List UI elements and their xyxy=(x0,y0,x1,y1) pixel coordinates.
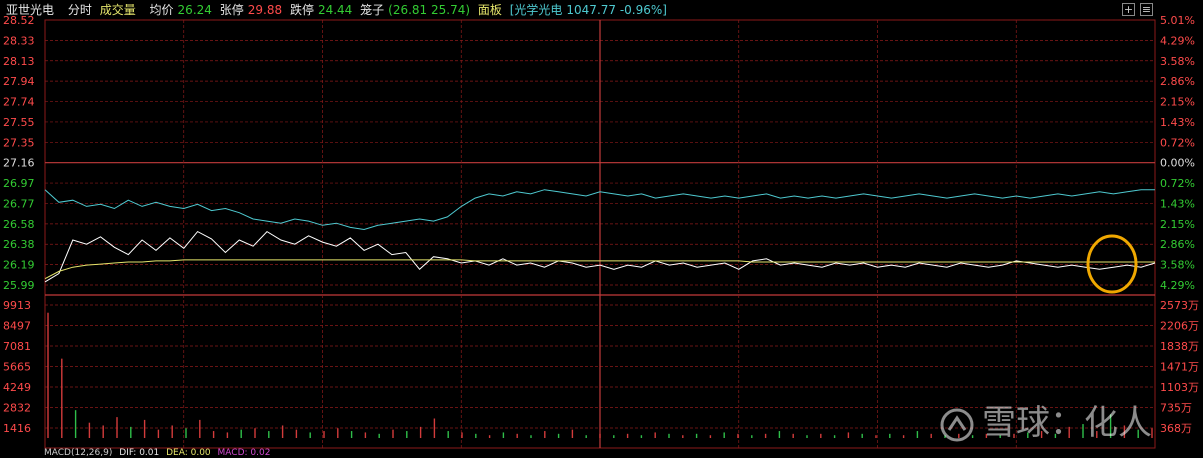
plus-button[interactable]: + xyxy=(1122,3,1135,16)
volume-right-tick-label: 368万 xyxy=(1160,422,1192,435)
price-tick-label: 26.38 xyxy=(3,238,35,251)
price-tick-label: 27.74 xyxy=(3,96,35,109)
sector-value: 1047.77 -0.96%] xyxy=(566,3,667,17)
price-tick-label: 26.97 xyxy=(3,177,35,190)
volume-right-tick-label: 1471万 xyxy=(1160,361,1199,374)
macd-bar: MACD(12,26,9) DIF: 0.01 DEA: 0.00 MACD: … xyxy=(0,448,1203,458)
pct-tick-label: 3.58% xyxy=(1160,55,1195,68)
intraday-chart[interactable]: 28.52 5.01%28.33 4.29%28.13 3.58%27.94 2.86%… xyxy=(0,0,1203,458)
price-tick-label: 26.58 xyxy=(3,218,35,231)
macd-label[interactable]: MACD(12,26,9) xyxy=(44,448,112,458)
pct-tick-label: 4.29% xyxy=(1160,279,1195,292)
cage-label: 笼子 xyxy=(360,3,385,17)
snowball-logo-icon xyxy=(940,408,974,441)
menu-button[interactable]: ≡ xyxy=(1140,3,1153,16)
price-tick-label: 28.33 xyxy=(3,34,35,47)
limit-down-value: 24.44 xyxy=(317,3,353,17)
limit-up-value: 29.88 xyxy=(247,3,283,17)
volume-tick-label: 2832 xyxy=(3,402,31,415)
price-tick-label: 27.94 xyxy=(3,75,35,88)
pct-tick-label: 0.00% xyxy=(1160,157,1195,170)
pct-tick-label: 3.58% xyxy=(1160,259,1195,272)
stock-name[interactable]: 亚世光电 xyxy=(6,0,54,20)
volume-right-tick-label: 735万 xyxy=(1160,402,1192,415)
header-bar: 亚世光电 分时 成交量 均价 26.24 张停 29.88 跌停 24.44 笼子 (2… xyxy=(0,0,1203,20)
sector-label[interactable]: [光学光电 xyxy=(510,0,563,20)
macd-value: MACD: 0.02 xyxy=(217,448,271,458)
price-tick-label: 25.99 xyxy=(3,279,35,292)
volume-right-tick-label: 1838万 xyxy=(1160,340,1199,353)
pct-tick-label: 1.43% xyxy=(1160,116,1195,129)
price-tick-label: 26.77 xyxy=(3,197,35,210)
volume-tick-label: 5665 xyxy=(3,361,31,374)
cage-values: (26.81 25.74) xyxy=(388,3,471,17)
price-tick-label: 27.55 xyxy=(3,116,35,129)
panel-label[interactable]: 面板 xyxy=(478,0,502,20)
pct-tick-label: 0.72% xyxy=(1160,136,1195,149)
pct-tick-label: 1.43% xyxy=(1160,197,1195,210)
tab-volume[interactable]: 成交量 xyxy=(100,0,136,20)
pct-tick-label: 2.15% xyxy=(1160,96,1195,109)
watermark: 雪球：化人 xyxy=(940,395,1152,444)
volume-right-tick-label: 1103万 xyxy=(1160,381,1199,394)
watermark-separator: ： xyxy=(1050,403,1084,443)
watermark-brand: 雪球 xyxy=(982,403,1050,443)
limit-up-label: 张停 xyxy=(219,3,244,17)
dif-label: DIF: 0.01 xyxy=(119,448,160,458)
volume-tick-label: 9913 xyxy=(3,299,31,312)
volume-tick-label: 4249 xyxy=(3,381,31,394)
pct-tick-label: 4.29% xyxy=(1160,34,1195,47)
pct-tick-label: 2.15% xyxy=(1160,218,1195,231)
volume-tick-label: 1416 xyxy=(3,422,31,435)
pct-tick-label: 0.72% xyxy=(1160,177,1195,190)
dea-label: DEA: 0.00 xyxy=(166,448,211,458)
pct-tick-label: 2.86% xyxy=(1160,75,1195,88)
tab-intraday[interactable]: 分时 xyxy=(68,0,92,20)
watermark-author: 化人 xyxy=(1084,403,1152,443)
pct-tick-label: 2.86% xyxy=(1160,238,1195,251)
limit-down-label: 跌停 xyxy=(289,3,314,17)
avg-label: 均价 xyxy=(149,3,174,17)
volume-right-tick-label: 2206万 xyxy=(1160,320,1199,333)
price-tick-label: 28.13 xyxy=(3,55,35,68)
volume-tick-label: 8497 xyxy=(3,320,31,333)
volume-right-tick-label: 2573万 xyxy=(1160,299,1199,312)
price-tick-label: 27.35 xyxy=(3,136,35,149)
avg-value: 26.24 xyxy=(177,3,212,17)
price-tick-label: 27.16 xyxy=(3,157,35,170)
price-tick-label: 26.19 xyxy=(3,259,35,272)
volume-tick-label: 7081 xyxy=(3,340,31,353)
